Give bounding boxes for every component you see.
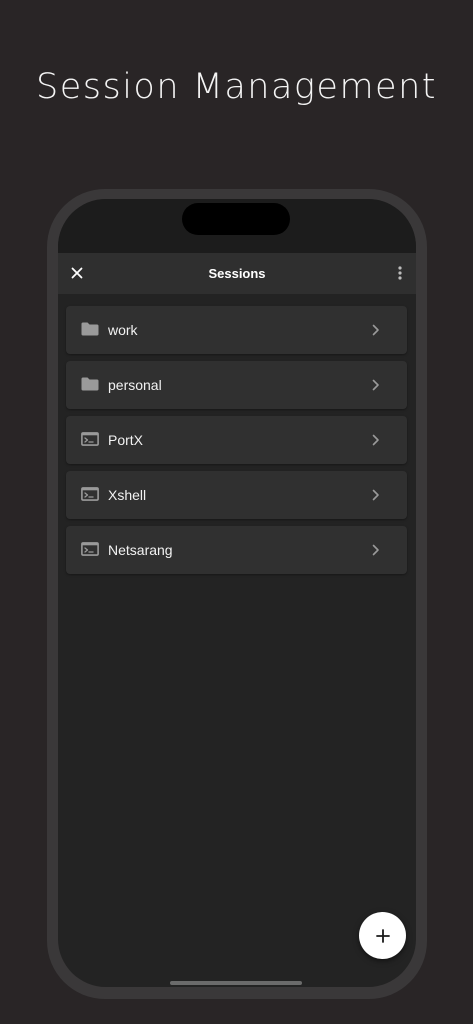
- chevron-right-icon: [371, 543, 381, 557]
- session-item-label: personal: [108, 377, 162, 393]
- terminal-icon: [81, 431, 99, 447]
- chevron-right-icon: [371, 323, 381, 337]
- more-options-button[interactable]: [392, 263, 408, 283]
- session-item-work[interactable]: work: [66, 306, 407, 354]
- dynamic-island: [182, 203, 290, 235]
- session-list: work personal PortX Xshell Netsarang: [66, 306, 407, 581]
- terminal-icon: [81, 486, 99, 502]
- promo-title: Session Management: [35, 67, 437, 107]
- session-item-personal[interactable]: personal: [66, 361, 407, 409]
- session-item-label: Xshell: [108, 487, 147, 503]
- chevron-right-icon: [371, 488, 381, 502]
- session-item-label: work: [108, 322, 138, 338]
- session-item-netsarang[interactable]: Netsarang: [66, 526, 407, 574]
- home-indicator: [170, 981, 302, 985]
- close-button[interactable]: [67, 263, 87, 283]
- session-item-portx[interactable]: PortX: [66, 416, 407, 464]
- close-icon: [71, 267, 83, 279]
- more-vertical-icon: [398, 266, 402, 280]
- app-bar-title: Sessions: [208, 266, 266, 281]
- page: Session Management Sessions work persona…: [0, 0, 473, 1024]
- plus-icon: [375, 928, 390, 943]
- terminal-icon: [81, 541, 99, 557]
- session-item-label: PortX: [108, 432, 144, 448]
- folder-icon: [81, 376, 99, 392]
- chevron-right-icon: [371, 378, 381, 392]
- session-item-xshell[interactable]: Xshell: [66, 471, 407, 519]
- add-session-button[interactable]: [359, 912, 406, 959]
- status-bar: [58, 199, 416, 253]
- session-item-label: Netsarang: [108, 542, 173, 558]
- phone-screen: Sessions work personal PortX Xshell Nets…: [58, 199, 416, 987]
- phone-frame: Sessions work personal PortX Xshell Nets…: [47, 189, 427, 999]
- app-bar: Sessions: [58, 253, 416, 294]
- folder-icon: [81, 321, 99, 337]
- chevron-right-icon: [371, 433, 381, 447]
